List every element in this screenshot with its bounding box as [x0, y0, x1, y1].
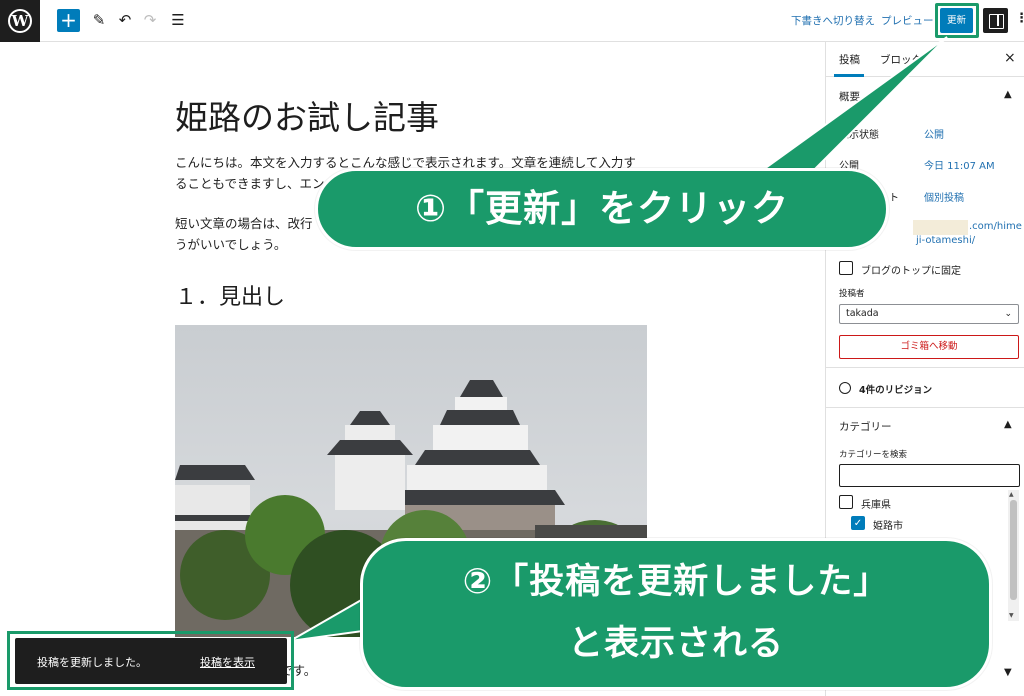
snackbar-notice: 投稿を更新しました。 投稿を表示 — [15, 638, 287, 684]
view-post-link[interactable]: 投稿を表示 — [200, 654, 255, 670]
snackbar-message: 投稿を更新しました。 — [37, 656, 147, 669]
callout-step2-line2: と表示される — [567, 624, 784, 664]
callout-step2: ②「投稿を更新しました」 と表示される — [360, 538, 992, 690]
callout-step2-line1: ②「投稿を更新しました」 — [462, 562, 890, 602]
callout-step1: ①「更新」をクリック — [315, 168, 889, 250]
